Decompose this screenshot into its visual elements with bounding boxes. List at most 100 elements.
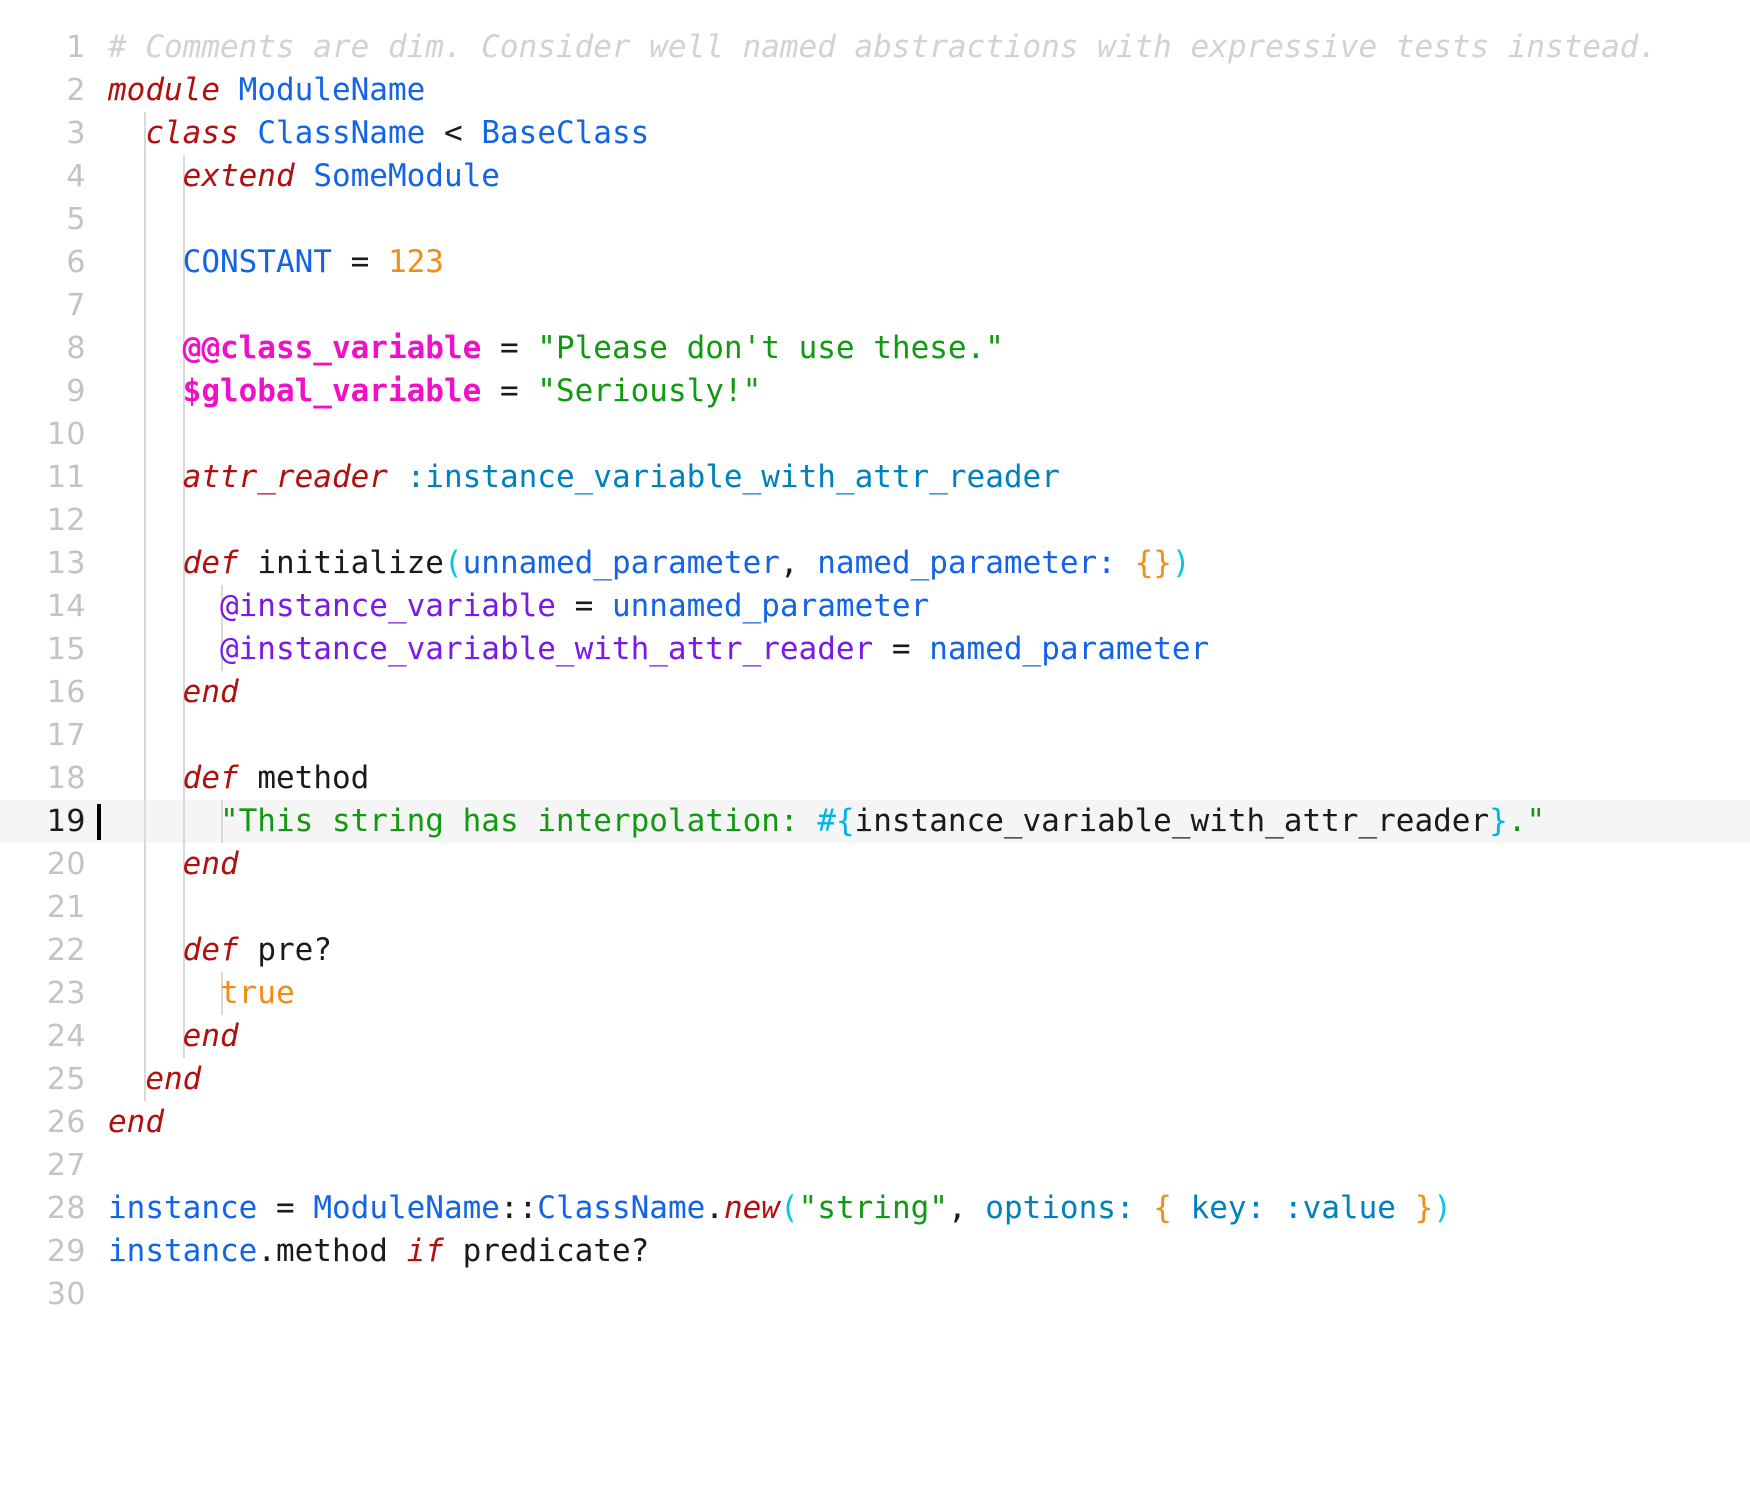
code-line-content[interactable]: end [108, 671, 1750, 714]
code-line-content[interactable]: end [108, 1058, 1750, 1101]
code-line-content[interactable]: module ModuleName [108, 69, 1750, 112]
code-line-content[interactable]: $global_variable = "Seriously!" [108, 370, 1750, 413]
code-line-content[interactable] [108, 499, 1750, 542]
code-line-content[interactable]: @instance_variable = unnamed_parameter [108, 585, 1750, 628]
code-line-content[interactable]: true [108, 972, 1750, 1015]
line-number: 4 [66, 159, 86, 194]
indent-guides [108, 413, 1750, 456]
code-line[interactable]: 27 [0, 1144, 1750, 1187]
code-text: attr_reader :instance_variable_with_attr… [108, 456, 1750, 499]
code-line[interactable]: 23 true [0, 972, 1750, 1015]
code-text: end [108, 1101, 1750, 1144]
code-line[interactable]: 8 @@class_variable = "Please don't use t… [0, 327, 1750, 370]
code-token: extend [182, 158, 295, 194]
code-text: CONSTANT = 123 [108, 241, 1750, 284]
cursor-column [86, 327, 108, 370]
code-line[interactable]: 11 attr_reader :instance_variable_with_a… [0, 456, 1750, 499]
code-line-content[interactable]: def method [108, 757, 1750, 800]
code-line[interactable]: 9 $global_variable = "Seriously!" [0, 370, 1750, 413]
code-line-content[interactable]: class ClassName < BaseClass [108, 112, 1750, 155]
code-line[interactable]: 16 end [0, 671, 1750, 714]
code-line[interactable]: 6 CONSTANT = 123 [0, 241, 1750, 284]
code-line-content[interactable] [108, 886, 1750, 929]
line-number: 14 [46, 589, 86, 624]
line-number: 3 [66, 116, 86, 151]
cursor-column [86, 800, 108, 843]
code-token: def [182, 760, 239, 796]
code-line-content[interactable] [108, 1273, 1750, 1316]
code-line[interactable]: 28 instance = ModuleName::ClassName.new("… [0, 1187, 1750, 1230]
code-line[interactable]: 22 def pre? [0, 929, 1750, 972]
code-line[interactable]: 14 @instance_variable = unnamed_paramete… [0, 585, 1750, 628]
line-number: 23 [46, 976, 86, 1011]
cursor-column [86, 585, 108, 628]
code-line[interactable]: 5 [0, 198, 1750, 241]
code-line-content[interactable]: CONSTANT = 123 [108, 241, 1750, 284]
code-token: end [182, 1018, 239, 1054]
code-line[interactable]: 20 end [0, 843, 1750, 886]
line-number: 17 [46, 718, 86, 753]
code-line[interactable]: 1 # Comments are dim. Consider well named… [0, 26, 1750, 69]
code-line[interactable]: 10 [0, 413, 1750, 456]
code-text: "This string has interpolation: #{instan… [108, 800, 1750, 843]
code-line-content[interactable]: "This string has interpolation: #{instan… [108, 800, 1750, 843]
indent-guides [108, 714, 1750, 757]
code-line[interactable]: 13 def initialize(unnamed_parameter, nam… [0, 542, 1750, 585]
code-line-content[interactable] [108, 1144, 1750, 1187]
code-line-content[interactable]: instance = ModuleName::ClassName.new("st… [108, 1187, 1750, 1230]
code-line-content[interactable]: end [108, 843, 1750, 886]
cursor-column [86, 370, 108, 413]
code-line-content[interactable] [108, 284, 1750, 327]
line-number: 21 [46, 890, 86, 925]
code-line[interactable]: 18 def method [0, 757, 1750, 800]
code-line[interactable]: 29 instance.method if predicate? [0, 1230, 1750, 1273]
code-line-content[interactable] [108, 714, 1750, 757]
code-line[interactable]: 26 end [0, 1101, 1750, 1144]
code-token: @@class_variable [182, 330, 482, 366]
code-line[interactable]: 17 [0, 714, 1750, 757]
code-line-content[interactable]: extend SomeModule [108, 155, 1750, 198]
code-line[interactable]: 24 end [0, 1015, 1750, 1058]
code-editor[interactable]: 1 # Comments are dim. Consider well named… [0, 0, 1750, 1500]
code-line-content[interactable]: end [108, 1101, 1750, 1144]
code-token: ( [779, 1190, 799, 1226]
code-line-content[interactable]: attr_reader :instance_variable_with_attr… [108, 456, 1750, 499]
code-token: predicate? [462, 1233, 650, 1269]
code-token: . [257, 1233, 276, 1269]
code-line-content[interactable]: # Comments are dim. Consider well named … [108, 26, 1750, 69]
code-line[interactable]: 25 end [0, 1058, 1750, 1101]
code-token: named_parameter: [817, 545, 1116, 581]
code-line-content[interactable]: end [108, 1015, 1750, 1058]
code-line-content[interactable]: @@class_variable = "Please don't use the… [108, 327, 1750, 370]
code-token: "Seriously!" [537, 373, 762, 409]
code-line[interactable]: 30 [0, 1273, 1750, 1316]
code-line[interactable]: 15 @instance_variable_with_attr_reader =… [0, 628, 1750, 671]
code-token: instance [108, 1190, 258, 1226]
code-line-content[interactable]: def initialize(unnamed_parameter, named_… [108, 542, 1750, 585]
code-token: new [723, 1190, 780, 1226]
code-line-content[interactable]: @instance_variable_with_attr_reader = na… [108, 628, 1750, 671]
code-line[interactable]: 12 [0, 499, 1750, 542]
code-line[interactable]: 3 class ClassName < BaseClass [0, 112, 1750, 155]
code-line-content[interactable] [108, 413, 1750, 456]
code-line[interactable]: 19 "This string has interpolation: #{ins… [0, 800, 1750, 843]
code-line[interactable]: 7 [0, 284, 1750, 327]
code-line-content[interactable] [108, 198, 1750, 241]
cursor-column [86, 241, 108, 284]
code-line[interactable]: 2 module ModuleName [0, 69, 1750, 112]
code-line[interactable]: 21 [0, 886, 1750, 929]
code-token: } [1414, 1190, 1434, 1226]
code-line-content[interactable]: instance.method if predicate? [108, 1230, 1750, 1273]
code-line[interactable]: 4 extend SomeModule [0, 155, 1750, 198]
code-line-content[interactable]: def pre? [108, 929, 1750, 972]
